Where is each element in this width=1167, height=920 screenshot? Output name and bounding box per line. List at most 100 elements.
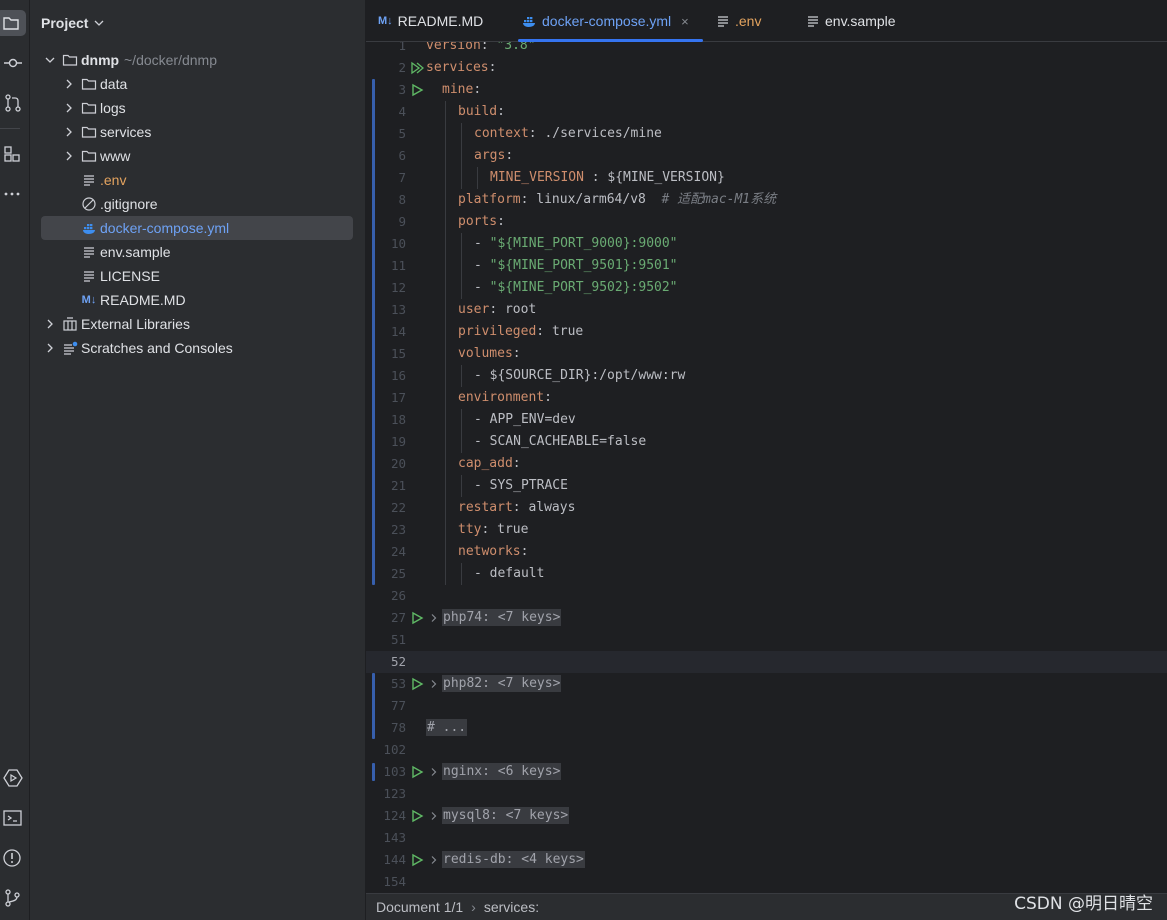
tree-item-folder[interactable]: www	[30, 144, 365, 168]
code-line[interactable]: 9 ports:	[366, 211, 1167, 233]
chevron-right-icon[interactable]	[45, 343, 55, 353]
code-line[interactable]: 5 context: ./services/mine	[366, 123, 1167, 145]
tree-item-folder[interactable]: logs	[30, 96, 365, 120]
tab-env-sample[interactable]: env.sample	[806, 0, 896, 42]
code-line[interactable]: 4 build:	[366, 101, 1167, 123]
code-text: mysql8: <7 keys>	[442, 805, 570, 827]
run-icon[interactable]	[410, 83, 424, 97]
vcs-change-marker[interactable]	[372, 763, 375, 781]
chevron-right-icon[interactable]	[430, 768, 438, 776]
close-icon[interactable]: ×	[681, 14, 689, 29]
code-line[interactable]: 16- ${SOURCE_DIR}:/opt/www:rw	[366, 365, 1167, 387]
chevron-right-icon[interactable]	[64, 79, 74, 89]
code-line[interactable]: 103 nginx: <6 keys>	[366, 761, 1167, 783]
terminal-tool-button[interactable]	[0, 805, 26, 831]
tree-item-folder[interactable]: data	[30, 72, 365, 96]
pull-requests-tool-button[interactable]	[0, 90, 26, 116]
tree-item-file[interactable]: LICENSE	[30, 264, 365, 288]
code-line[interactable]: 13 user: root	[366, 299, 1167, 321]
chevron-right-icon[interactable]	[430, 680, 438, 688]
code-line[interactable]: 12- "${MINE_PORT_9502}:9502"	[366, 277, 1167, 299]
tree-item-file[interactable]: M↓ README.MD	[30, 288, 365, 312]
code-line[interactable]: 15 volumes:	[366, 343, 1167, 365]
tab-docker-compose[interactable]: docker-compose.yml ×	[518, 0, 703, 42]
code-line[interactable]: 3 mine:	[366, 79, 1167, 101]
code-line[interactable]: 77	[366, 695, 1167, 717]
code-line[interactable]: 6 args:	[366, 145, 1167, 167]
code-line[interactable]: 123	[366, 783, 1167, 805]
code-line[interactable]: 25- default	[366, 563, 1167, 585]
git-tool-button[interactable]	[0, 885, 26, 911]
code-line[interactable]: 21- SYS_PTRACE	[366, 475, 1167, 497]
code-line[interactable]: 26	[366, 585, 1167, 607]
code-line[interactable]: 18- APP_ENV=dev	[366, 409, 1167, 431]
code-line[interactable]: 52	[366, 651, 1167, 673]
code-line[interactable]: 2 services:	[366, 57, 1167, 79]
problems-tool-button[interactable]	[0, 845, 26, 871]
more-tools-button[interactable]	[0, 181, 26, 207]
folded-region[interactable]: # ...	[426, 719, 468, 736]
run-all-icon[interactable]	[410, 61, 424, 75]
vcs-change-marker[interactable]	[372, 79, 375, 585]
code-line[interactable]: 78 # ...	[366, 717, 1167, 739]
status-breadcrumb[interactable]: services:	[484, 899, 539, 915]
tree-item-file[interactable]: .env	[30, 168, 365, 192]
folded-region[interactable]: nginx: <6 keys>	[442, 763, 562, 780]
chevron-right-icon[interactable]	[430, 614, 438, 622]
chevron-right-icon[interactable]	[430, 812, 438, 820]
code-line[interactable]: 23 tty: true	[366, 519, 1167, 541]
tree-item-folder[interactable]: services	[30, 120, 365, 144]
tree-item-file[interactable]: .gitignore	[30, 192, 365, 216]
editor-tab-bar: M↓ README.MD docker-compose.yml × .env e…	[366, 0, 1167, 42]
tree-item-external-libraries[interactable]: External Libraries	[30, 312, 365, 336]
run-icon[interactable]	[410, 765, 424, 779]
chevron-down-icon[interactable]	[45, 55, 55, 65]
code-line[interactable]: 19- SCAN_CACHEABLE=false	[366, 431, 1167, 453]
folded-region[interactable]: redis-db: <4 keys>	[442, 851, 585, 868]
code-line[interactable]: 51	[366, 629, 1167, 651]
folded-region[interactable]: php82: <7 keys>	[442, 675, 562, 692]
code-editor[interactable]: 1 version: "3.8" 2 services: 3 mine: 4 build: 5 c…	[366, 42, 1167, 893]
tree-item-scratches[interactable]: Scratches and Consoles	[30, 336, 365, 360]
run-icon[interactable]	[410, 853, 424, 867]
code-line[interactable]: 102	[366, 739, 1167, 761]
tab-readme[interactable]: M↓ README.MD	[378, 0, 483, 42]
chevron-right-icon[interactable]	[45, 319, 55, 329]
code-line[interactable]: 22 restart: always	[366, 497, 1167, 519]
code-line[interactable]: 1 version: "3.8"	[366, 42, 1167, 57]
vcs-change-marker[interactable]	[372, 673, 375, 739]
services-tool-button[interactable]	[0, 765, 26, 791]
code-line[interactable]: 27 php74: <7 keys>	[366, 607, 1167, 629]
code-line[interactable]: 143	[366, 827, 1167, 849]
project-tool-button[interactable]	[0, 10, 26, 36]
folded-region[interactable]: php74: <7 keys>	[442, 609, 562, 626]
run-icon[interactable]	[410, 677, 424, 691]
code-line[interactable]: 144 redis-db: <4 keys>	[366, 849, 1167, 871]
code-line[interactable]: 10- "${MINE_PORT_9000}:9000"	[366, 233, 1167, 255]
tree-root-dnmp[interactable]: dnmp ~/docker/dnmp	[30, 48, 365, 72]
chevron-right-icon[interactable]	[64, 127, 74, 137]
code-line[interactable]: 11- "${MINE_PORT_9501}:9501"	[366, 255, 1167, 277]
chevron-down-icon[interactable]	[94, 18, 104, 28]
chevron-right-icon[interactable]	[64, 151, 74, 161]
tree-item-file-selected[interactable]: docker-compose.yml	[41, 216, 353, 240]
chevron-right-icon[interactable]	[430, 856, 438, 864]
run-icon[interactable]	[410, 611, 424, 625]
code-line[interactable]: 24 networks:	[366, 541, 1167, 563]
project-panel-header[interactable]: Project	[30, 0, 365, 46]
structure-tool-button[interactable]	[0, 141, 26, 167]
folded-region[interactable]: mysql8: <7 keys>	[442, 807, 570, 824]
code-line[interactable]: 17 environment:	[366, 387, 1167, 409]
commit-tool-button[interactable]	[0, 50, 26, 76]
code-line[interactable]: 7 MINE_VERSION : ${MINE_VERSION}	[366, 167, 1167, 189]
chevron-right-icon[interactable]	[64, 103, 74, 113]
status-document[interactable]: Document 1/1	[376, 899, 463, 915]
code-line[interactable]: 20 cap_add:	[366, 453, 1167, 475]
tree-item-file[interactable]: env.sample	[30, 240, 365, 264]
code-line[interactable]: 8 platform: linux/arm64/v8 # 适配mac-M1系统	[366, 189, 1167, 211]
code-line[interactable]: 124 mysql8: <7 keys>	[366, 805, 1167, 827]
code-line[interactable]: 14 privileged: true	[366, 321, 1167, 343]
run-icon[interactable]	[410, 809, 424, 823]
code-line[interactable]: 53 php82: <7 keys>	[366, 673, 1167, 695]
tab-env[interactable]: .env	[716, 0, 761, 42]
